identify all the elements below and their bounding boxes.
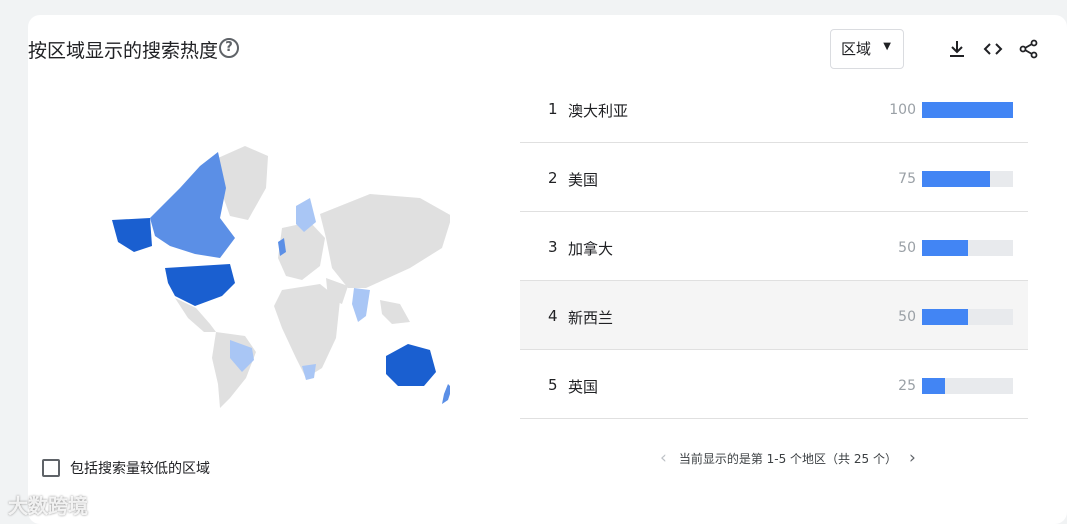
region-name: 澳大利亚 — [568, 102, 629, 120]
rank-number: 3 — [548, 238, 558, 256]
resolution-select[interactable]: 区域 ▼ — [830, 29, 904, 69]
region-name: 英国 — [568, 378, 599, 396]
region-ranking-list: 1 澳大利亚 100 2 美国 75 3 加拿大 50 4 新西兰 50 5 英… — [520, 74, 1028, 419]
value-bar-fill — [922, 102, 1013, 118]
next-page-icon[interactable]: › — [909, 448, 916, 468]
map-usa — [165, 264, 235, 306]
region-value: 100 — [889, 102, 916, 118]
low-volume-label: 包括搜索量较低的区域 — [70, 461, 210, 477]
value-bar — [922, 309, 1013, 325]
value-bar-fill — [922, 309, 968, 325]
rank-number: 1 — [548, 100, 558, 118]
map-alaska — [112, 218, 152, 252]
rank-number: 2 — [548, 169, 558, 187]
map-india — [352, 288, 370, 322]
region-name: 新西兰 — [568, 309, 614, 327]
value-bar-fill — [922, 240, 968, 256]
value-bar — [922, 240, 1013, 256]
map-asia — [320, 194, 450, 288]
region-name: 加拿大 — [568, 240, 614, 258]
dropdown-caret-icon: ▼ — [883, 41, 891, 52]
resolution-select-value: 区域 — [841, 40, 872, 58]
region-value: 25 — [898, 378, 916, 394]
map-new-zealand — [442, 384, 450, 404]
ranking-row[interactable]: 4 新西兰 50 — [520, 281, 1028, 350]
value-bar — [922, 171, 1013, 187]
value-bar-fill — [922, 378, 945, 394]
help-icon[interactable]: ? — [219, 38, 239, 58]
widget-title: 按区域显示的搜索热度 — [28, 40, 219, 62]
ranking-row[interactable]: 5 英国 25 — [520, 350, 1028, 419]
ranking-row[interactable]: 3 加拿大 50 — [520, 212, 1028, 281]
pagination-text: 当前显示的是第 1-5 个地区（共 25 个） — [678, 451, 897, 466]
world-map[interactable] — [70, 128, 450, 418]
region-value: 50 — [898, 240, 916, 256]
low-volume-checkbox[interactable] — [42, 459, 60, 477]
region-value: 75 — [898, 171, 916, 187]
prev-page-icon[interactable]: ‹ — [660, 448, 667, 468]
pagination: ‹ 当前显示的是第 1-5 个地区（共 25 个） › — [660, 448, 916, 468]
embed-icon[interactable] — [980, 36, 1006, 62]
map-australia — [386, 344, 436, 386]
watermark: 大数跨境 — [8, 494, 88, 518]
value-bar-fill — [922, 171, 991, 187]
rank-number: 5 — [548, 376, 558, 394]
map-southeast-asia — [380, 300, 410, 324]
region-value: 50 — [898, 309, 916, 325]
low-volume-toggle[interactable]: 包括搜索量较低的区域 — [42, 458, 210, 478]
ranking-row[interactable]: 2 美国 75 — [520, 143, 1028, 212]
ranking-row[interactable]: 1 澳大利亚 100 — [520, 74, 1028, 143]
region-name: 美国 — [568, 171, 599, 189]
rank-number: 4 — [548, 307, 558, 325]
download-icon[interactable] — [944, 36, 970, 62]
map-south-africa — [302, 364, 316, 380]
value-bar — [922, 378, 1013, 394]
value-bar — [922, 102, 1013, 118]
map-greenland — [218, 146, 268, 220]
share-icon[interactable] — [1016, 36, 1042, 62]
